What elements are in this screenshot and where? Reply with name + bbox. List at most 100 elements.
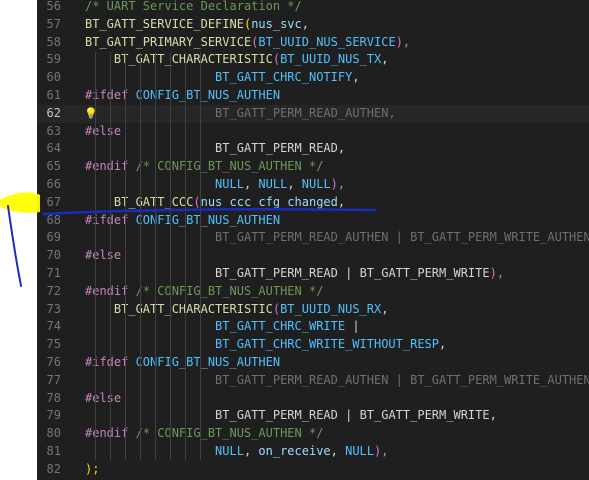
line-number[interactable]: 67 [37, 194, 61, 212]
line-code[interactable]: #ifdef CONFIG_BT_NUS_AUTHEN [85, 354, 280, 372]
line-number[interactable]: 62 [37, 105, 61, 123]
line-code[interactable]: #ifdef CONFIG_BT_NUS_AUTHEN [85, 212, 280, 230]
line-code[interactable]: /* UART Service Declaration */ [85, 0, 302, 16]
line-code[interactable]: BT_GATT_SERVICE_DEFINE(nus_svc, [85, 16, 309, 34]
code-line[interactable]: 81 NULL, on_receive, NULL), [37, 443, 589, 461]
line-number[interactable]: 68 [37, 212, 61, 230]
line-number[interactable]: 59 [37, 51, 61, 69]
line-code[interactable]: NULL, on_receive, NULL), [85, 443, 388, 461]
code-line[interactable]: 61 #ifdef CONFIG_BT_NUS_AUTHEN [37, 87, 589, 105]
code-line[interactable]: 72 #endif /* CONFIG_BT_NUS_AUTHEN */ [37, 283, 589, 301]
blue-margin-mark [7, 205, 22, 287]
code-editor[interactable]: 56 /* UART Service Declaration */ 57 BT_GAT… [37, 0, 589, 480]
line-number[interactable]: 82 [37, 461, 61, 479]
line-number[interactable]: 77 [37, 372, 61, 390]
code-token: nus_svc [251, 16, 302, 31]
code-token: , [381, 301, 389, 316]
code-token: /* CONFIG_BT_NUS_AUTHEN */ [128, 159, 324, 174]
code-line[interactable]: 77 BT_GATT_PERM_READ_AUTHEN | BT_GATT_PE… [37, 372, 589, 390]
code-line[interactable]: 64 BT_GATT_PERM_READ, [37, 140, 589, 158]
line-number[interactable]: 60 [37, 69, 61, 87]
indent-guide [170, 52, 171, 460]
line-number[interactable]: 78 [37, 390, 61, 408]
line-code[interactable]: BT_GATT_CHARACTERISTIC(BT_UUID_NUS_RX, [85, 301, 389, 319]
line-code[interactable]: BT_GATT_CHRC_WRITE | [85, 318, 360, 336]
code-token: | [337, 408, 360, 423]
code-token: #endif [85, 283, 129, 298]
line-number[interactable]: 73 [37, 301, 61, 319]
code-line[interactable]: 74 BT_GATT_CHRC_WRITE | [37, 318, 589, 336]
code-line[interactable]: 69 BT_GATT_PERM_READ_AUTHEN | BT_GATT_PE… [37, 229, 589, 247]
line-code[interactable]: BT_GATT_PRIMARY_SERVICE(BT_UUID_NUS_SERV… [85, 34, 410, 52]
line-number[interactable]: 76 [37, 354, 61, 372]
line-number[interactable]: 61 [37, 87, 61, 105]
line-number[interactable]: 79 [37, 407, 61, 425]
line-code[interactable]: BT_GATT_PERM_READ_AUTHEN, [85, 105, 396, 123]
code-line[interactable]: 79 BT_GATT_PERM_READ | BT_GATT_PERM_WRIT… [37, 407, 589, 425]
code-line[interactable]: 57 BT_GATT_SERVICE_DEFINE(nus_svc, [37, 16, 589, 34]
code-token: , [243, 177, 259, 191]
line-number[interactable]: 56 [37, 0, 61, 16]
indent-guide [200, 52, 201, 460]
code-line[interactable]: 59 BT_GATT_CHARACTERISTIC(BT_UUID_NUS_TX… [37, 51, 589, 69]
line-number[interactable]: 65 [37, 158, 61, 176]
line-code[interactable]: BT_GATT_PERM_READ | BT_GATT_PERM_WRITE, [85, 407, 497, 425]
code-token: BT_GATT_PERM_READ_AUTHEN | BT_GATT_PERM_… [85, 372, 589, 387]
code-line[interactable]: 66 NULL, NULL, NULL), [37, 176, 589, 194]
code-token: #else [85, 123, 122, 138]
line-code[interactable]: BT_GATT_PERM_READ_AUTHEN | BT_GATT_PERM_… [85, 372, 589, 390]
indent-guide [185, 52, 186, 460]
code-line[interactable]: 82); [37, 461, 589, 479]
code-line[interactable]: 73 BT_GATT_CHARACTERISTIC(BT_UUID_NUS_RX… [37, 301, 589, 319]
line-number[interactable]: 63 [37, 123, 61, 141]
code-line[interactable]: 56 /* UART Service Declaration */ [37, 0, 589, 16]
line-code[interactable]: BT_GATT_CHARACTERISTIC(BT_UUID_NUS_TX, [85, 51, 389, 69]
code-line[interactable]: 63 #else [37, 123, 589, 141]
code-line[interactable]: 70 #else [37, 247, 589, 265]
code-line[interactable]: 75 BT_GATT_CHRC_WRITE_WITHOUT_RESP, [37, 336, 589, 354]
yellow-highlight [0, 192, 40, 213]
code-line[interactable]: 60 BT_GATT_CHRC_NOTIFY, [37, 69, 589, 87]
code-token: , [337, 141, 346, 156]
line-code[interactable]: #else [85, 390, 121, 408]
line-number[interactable]: 81 [37, 443, 61, 461]
line-number[interactable]: 71 [37, 265, 61, 283]
line-code[interactable]: ); [85, 461, 99, 479]
line-number[interactable]: 64 [37, 140, 61, 158]
code-line[interactable]: 80 #endif /* CONFIG_BT_NUS_AUTHEN */ [37, 425, 589, 443]
line-code[interactable]: BT_GATT_PERM_READ | BT_GATT_PERM_WRITE), [85, 265, 504, 283]
line-number[interactable]: 80 [37, 425, 61, 443]
line-number[interactable]: 70 [37, 247, 61, 265]
line-code[interactable]: #endif /* CONFIG_BT_NUS_AUTHEN */ [85, 425, 323, 443]
line-number[interactable]: 57 [37, 16, 61, 34]
code-line[interactable]: 67 BT_GATT_CCC(nus_ccc_cfg_changed, [37, 194, 589, 212]
line-number[interactable]: 75 [37, 336, 61, 354]
code-token: nus_ccc_cfg_changed [200, 194, 338, 209]
line-number[interactable]: 66 [37, 176, 61, 194]
code-token: , [489, 408, 497, 423]
line-code[interactable]: #ifdef CONFIG_BT_NUS_AUTHEN [85, 87, 280, 105]
line-number[interactable]: 72 [37, 283, 61, 301]
code-token: #ifdef [85, 88, 129, 102]
code-line[interactable]: 71 BT_GATT_PERM_READ | BT_GATT_PERM_WRIT… [37, 265, 589, 283]
line-code[interactable]: #else [85, 123, 121, 141]
code-token: NULL [85, 177, 244, 191]
line-number[interactable]: 74 [37, 318, 61, 336]
line-number[interactable]: 69 [37, 229, 61, 247]
code-line[interactable]: 65 #endif /* CONFIG_BT_NUS_AUTHEN */ [37, 158, 589, 176]
code-token: BT_GATT_PERM_WRITE [359, 266, 490, 280]
code-line[interactable]: 62 BT_GATT_PERM_READ_AUTHEN, 💡 [37, 104, 589, 123]
code-line[interactable]: 76 #ifdef CONFIG_BT_NUS_AUTHEN [37, 354, 589, 372]
line-code[interactable]: BT_GATT_CHRC_NOTIFY, [85, 69, 360, 87]
code-line[interactable]: 78 #else [37, 390, 589, 408]
line-code[interactable]: BT_GATT_PERM_READ_AUTHEN | BT_GATT_PERM_… [85, 229, 589, 247]
line-number[interactable]: 58 [37, 34, 61, 52]
code-token: CONFIG_BT_NUS_AUTHEN [128, 355, 281, 369]
code-line[interactable]: 68 #ifdef CONFIG_BT_NUS_AUTHEN [37, 212, 589, 230]
code-line[interactable]: 58 BT_GATT_PRIMARY_SERVICE(BT_UUID_NUS_SE… [37, 34, 589, 52]
line-code[interactable]: #endif /* CONFIG_BT_NUS_AUTHEN */ [85, 158, 323, 176]
line-code[interactable]: #endif /* CONFIG_BT_NUS_AUTHEN */ [85, 283, 323, 301]
line-code[interactable]: #else [85, 247, 121, 265]
indent-guide [95, 52, 96, 460]
indent-guide [125, 52, 126, 460]
